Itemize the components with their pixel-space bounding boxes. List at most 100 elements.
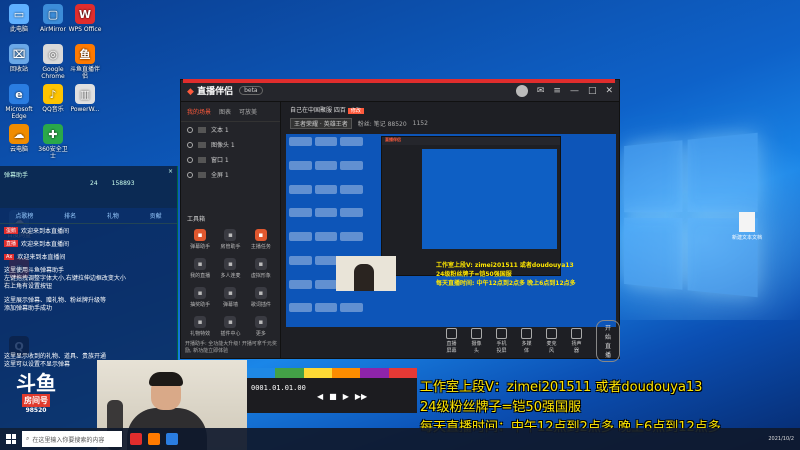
tool-label: 更多	[255, 331, 266, 337]
minimize-icon[interactable]: —	[570, 86, 579, 96]
tool-label: 房管助手	[220, 244, 241, 250]
app-icon: ▢	[43, 4, 63, 24]
desktop-icon-label: 回收站	[9, 66, 28, 73]
tool-button[interactable]: ▪ 更多	[246, 316, 276, 337]
tool-label: 多人连麦	[220, 273, 241, 279]
timeline-track[interactable]	[331, 368, 361, 378]
chat-tab[interactable]: 点歌榜	[15, 211, 33, 220]
tool-button[interactable]: ▪ 房管助手	[215, 229, 245, 250]
desktop-icon[interactable]: ♪ QQ音乐	[36, 84, 70, 113]
source-item[interactable]: 文本 1	[181, 122, 280, 137]
forward-icon[interactable]: ▶▶	[355, 392, 367, 401]
online-count: 1152	[412, 120, 428, 127]
rewind-icon[interactable]: ◀	[317, 392, 323, 401]
tool-button[interactable]: ▪ 多人连麦	[215, 258, 245, 279]
desktop-icon[interactable]: ▥ PowerW...	[68, 84, 102, 113]
screen-capture-button[interactable]: 直播屏幕	[446, 328, 457, 354]
camera-button[interactable]: 摄像头	[471, 328, 482, 354]
eye-icon[interactable]	[187, 141, 193, 148]
chat-tab[interactable]: 排名	[64, 211, 76, 220]
media-button[interactable]: 多媒体	[521, 328, 532, 354]
timeline-track[interactable]	[275, 368, 304, 378]
chat-header: 弹幕助手 24 158893 ×	[0, 166, 177, 208]
maximize-icon[interactable]: □	[588, 86, 597, 96]
chat-note: 这里展示弹幕、赠礼物、粉丝牌升级等 添加弹幕助手成功	[4, 297, 107, 312]
taskbar-app-icon[interactable]	[130, 433, 142, 445]
start-live-button[interactable]: 开始直播	[596, 320, 621, 362]
app-icon: ☁	[9, 124, 29, 144]
chat-tab[interactable]: 贡献	[150, 211, 162, 220]
chat-tab[interactable]: 礼物	[107, 211, 119, 220]
app-icon: ✚	[43, 124, 63, 144]
tool-button[interactable]: ▪ 弹幕助手	[185, 229, 215, 250]
stream-preview[interactable]: 直播伴侣 工作室上段V: zimei201511 或者doudouya13 24…	[286, 134, 616, 327]
user-badge: 直播	[4, 240, 19, 247]
search-input[interactable]: ⌕ 在这里输入你要搜索的内容	[22, 431, 122, 447]
category-select[interactable]: 王者荣耀 · 英雄王者	[290, 118, 352, 129]
tool-button[interactable]: ▪ 歌词插件	[246, 287, 276, 308]
close-icon[interactable]: ×	[168, 168, 173, 175]
source-item[interactable]: 窗口 1	[181, 152, 280, 167]
chat-note: 这里使用斗鱼弹幕助手 左键拖拽调整字体大小,右键拉伸边框改变大小 右上角有设置按…	[4, 267, 126, 290]
tool-button[interactable]: ▪ 插件中心	[215, 316, 245, 337]
overlay-line-1: 工作室上段V：zimei201511 或者doudouya13	[420, 380, 703, 395]
tab-other[interactable]: 可放美	[239, 107, 257, 116]
close-icon[interactable]: ✕	[605, 86, 613, 96]
desktop-icon[interactable]: ⌧ 回收站	[2, 44, 36, 73]
start-button[interactable]	[0, 428, 22, 450]
edit-title-button[interactable]: 修改	[347, 108, 364, 114]
source-item[interactable]: 图像头 1	[181, 137, 280, 152]
desktop-icon[interactable]: e Microsoft Edge	[2, 84, 36, 120]
chat-message: Ax 欢迎来到本直播间	[0, 250, 177, 263]
timeline-track[interactable]	[247, 368, 276, 378]
preview-overlay-text: 工作室上段V: zimei201511 或者doudouya13 24级粉丝牌子…	[436, 262, 576, 287]
mic-button[interactable]: 麦克风	[546, 328, 557, 354]
desktop-icon[interactable]: ✚ 360安全卫士	[36, 124, 70, 160]
toolbox-title: 工具箱	[187, 216, 206, 223]
gift-icon[interactable]: ✉	[537, 86, 545, 96]
desktop-icon[interactable]: 鱼斗鱼直播伴侣	[68, 44, 102, 80]
timeline-track[interactable]	[388, 368, 417, 378]
preview-desktop-icons	[286, 134, 366, 327]
stop-icon[interactable]: ■	[329, 392, 337, 401]
speaker-button[interactable]: 扬声器	[571, 328, 582, 354]
phone-cast-button[interactable]: 手机投屏	[496, 328, 507, 354]
app-icon: ▭	[9, 4, 29, 24]
footer-note: 开播助手: 全功能大升级! 开播可拿千元奖励, 新功能立即体验	[185, 341, 277, 354]
douyu-logo: 斗鱼 房间号 98520	[6, 372, 66, 428]
desktop-icon[interactable]: ▢ AirMirror	[36, 4, 70, 33]
desktop-icon[interactable]: ◎ Google Chrome	[36, 44, 70, 80]
tool-button[interactable]: ▪ 抽奖助手	[185, 287, 215, 308]
menu-icon[interactable]: ≡	[553, 86, 561, 96]
chat-count-a: 24	[90, 180, 98, 187]
desktop-icon[interactable]: ☁ 云电脑	[2, 124, 36, 153]
timeline-track[interactable]	[303, 368, 332, 378]
timeline-track[interactable]	[360, 368, 389, 378]
tool-label: 礼物特效	[190, 331, 211, 337]
desktop-icon-text-document[interactable]: 新建文本文档	[730, 212, 764, 241]
tool-button[interactable]: ▪ 主播任务	[246, 229, 276, 250]
source-item[interactable]: 全屏 1	[181, 167, 280, 182]
tool-button[interactable]: ▪ 虚拟形象	[246, 258, 276, 279]
taskbar-app-icon[interactable]	[148, 433, 160, 445]
tool-icon: ▪	[254, 287, 267, 299]
tool-button[interactable]: ▪ 我的直播	[185, 258, 215, 279]
taskbar-app-icon[interactable]	[166, 433, 178, 445]
tab-charts[interactable]: 图表	[219, 107, 231, 116]
app-icon: ▥	[75, 84, 95, 104]
tool-button[interactable]: ▪ 礼物特效	[185, 316, 215, 337]
system-tray[interactable]: 2021/10/2	[768, 436, 800, 443]
eye-icon[interactable]	[187, 126, 193, 133]
tray-date: 2021/10/2	[768, 435, 794, 442]
play-icon[interactable]: ▶	[343, 392, 349, 401]
message-text: 欢迎来到本直播间	[21, 228, 70, 235]
desktop-icon[interactable]: W WPS Office	[68, 4, 102, 33]
desktop-icon[interactable]: ▭ 此电脑	[2, 4, 36, 33]
eye-icon[interactable]	[187, 171, 193, 178]
avatar[interactable]	[515, 84, 528, 97]
app-titlebar: ◆ 直播伴侣 beta ✉ ≡ — □ ✕	[181, 80, 619, 102]
tool-button[interactable]: ▪ 弹幕墙	[215, 287, 245, 308]
tab-scenes[interactable]: 我的场景	[187, 107, 211, 116]
version-badge: beta	[239, 86, 263, 95]
eye-icon[interactable]	[187, 156, 193, 163]
